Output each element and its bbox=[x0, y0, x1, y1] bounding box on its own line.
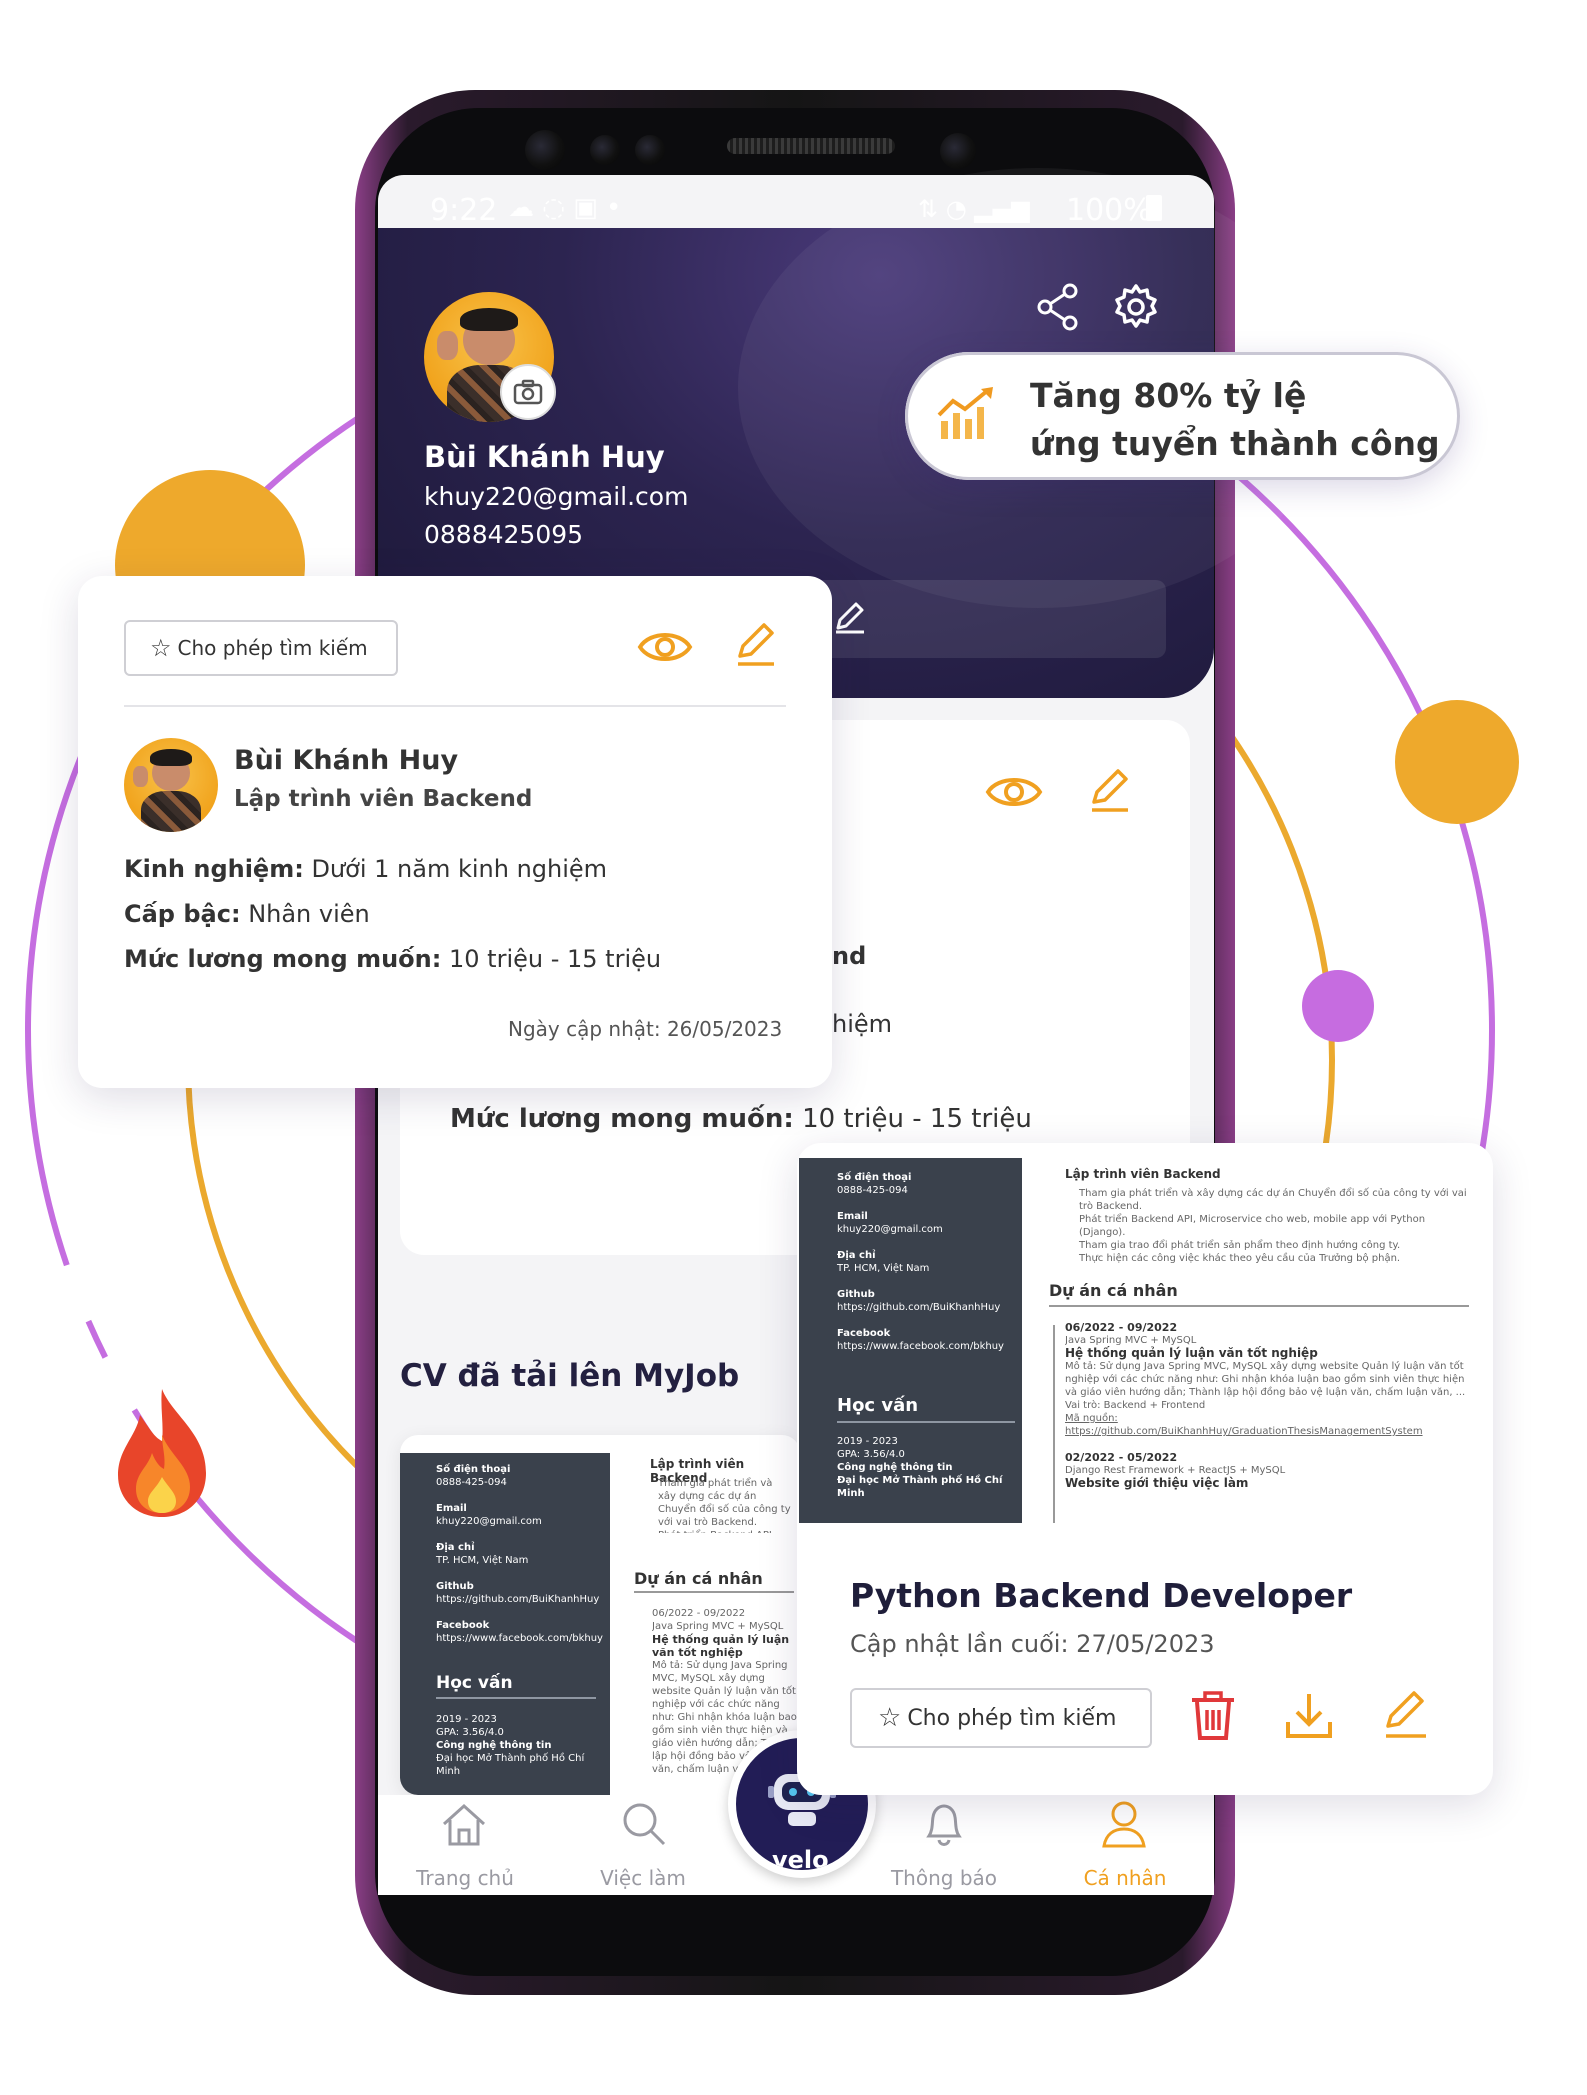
card-position: Lập trình viên Backend bbox=[234, 786, 533, 812]
ai-assistant-label: velo bbox=[772, 1846, 829, 1874]
cv-preview-job-bullets: Tham gia phát triển và xây dựng các dự á… bbox=[1079, 1188, 1467, 1264]
growth-chart-icon bbox=[937, 387, 993, 439]
phone-sensor bbox=[635, 135, 665, 165]
profile-phone: 0888425095 bbox=[424, 520, 584, 549]
edit-pencil-icon[interactable] bbox=[1382, 1688, 1430, 1740]
cv-preview-divider bbox=[1049, 1305, 1469, 1307]
phone-sensor bbox=[525, 130, 565, 170]
battery-icon bbox=[1146, 195, 1162, 221]
signal-icon: ⇅ ◔ ▂▄▆ bbox=[918, 195, 1030, 223]
view-eye-icon[interactable] bbox=[985, 772, 1043, 812]
nav-jobs[interactable]: Việc làm bbox=[573, 1866, 713, 1890]
status-icons-left: ☁ ◌ ▣ • bbox=[508, 193, 622, 223]
profile-name: Bùi Khánh Huy bbox=[424, 440, 665, 474]
user-icon[interactable] bbox=[1100, 1798, 1148, 1850]
cv-preview-education-heading: Học vấn bbox=[837, 1395, 919, 1416]
allow-search-toggle[interactable]: ☆ Cho phép tìm kiếm bbox=[124, 620, 398, 676]
edit-pencil-icon[interactable] bbox=[832, 598, 868, 634]
home-icon[interactable] bbox=[440, 1802, 488, 1848]
cv-preview-project: 06/2022 - 09/2022 Java Spring MVC + MySQL… bbox=[1065, 1321, 1466, 1490]
allow-search-label: Cho phép tìm kiếm bbox=[177, 636, 368, 660]
cv-card-updated: Cập nhật lần cuối: 27/05/2023 bbox=[850, 1630, 1215, 1658]
uploaded-cv-thumbnail[interactable]: Số điện thoại 0888-425-094 Email khuy220@g… bbox=[400, 1435, 800, 1795]
star-icon: ☆ bbox=[150, 634, 172, 662]
phone-speaker bbox=[727, 138, 895, 154]
settings-gear-icon[interactable] bbox=[1112, 283, 1160, 331]
cv-thumb-education: 2019 - 2023 GPA: 3.56/4.0 Công nghệ thông … bbox=[436, 1714, 585, 1777]
salary-label: Mức lương mong muốn: bbox=[450, 1104, 794, 1134]
cv-thumb-divider bbox=[634, 1591, 794, 1593]
cv-card-title: Python Backend Developer bbox=[850, 1576, 1353, 1615]
delete-trash-icon[interactable] bbox=[1188, 1690, 1238, 1742]
success-rate-text: Tăng 80% tỷ lệ ứng tuyển thành công bbox=[1030, 372, 1440, 468]
phone-front-camera bbox=[940, 133, 976, 169]
star-icon: ☆ bbox=[878, 1703, 902, 1733]
card-avatar bbox=[124, 738, 218, 832]
decorative-dot-purple bbox=[1302, 970, 1374, 1042]
cv-preview-projects-heading: Dự án cá nhân bbox=[1049, 1281, 1178, 1300]
cv-preview-sidebar-text: Số điện thoại 0888-425-094 Email khuy220@g… bbox=[837, 1172, 1004, 1352]
fire-icon bbox=[118, 1389, 206, 1517]
card-divider bbox=[124, 705, 786, 707]
view-eye-icon[interactable] bbox=[637, 627, 693, 667]
card-salary: Mức lương mong muốn: 10 triệu - 15 triệu bbox=[124, 945, 662, 973]
cv-thumb-sidebar-text: Số điện thoại 0888-425-094 Email khuy220@g… bbox=[436, 1464, 603, 1644]
success-rate-line2: ứng tuyển thành công bbox=[1030, 424, 1440, 463]
partial-experience-text: hiệm bbox=[832, 1010, 893, 1038]
cv-preview-timeline bbox=[1053, 1325, 1055, 1523]
cv-card-preview[interactable]: Số điện thoại 0888-425-094 Email khuy220@g… bbox=[797, 1143, 1493, 1523]
cv-preview-job-title: Lập trình viên Backend bbox=[1065, 1167, 1221, 1181]
partial-position-text: nd bbox=[832, 942, 867, 970]
cv-thumb-job-bullets: Tham gia phát triển và xây dựng các dự á… bbox=[658, 1478, 791, 1533]
share-icon[interactable] bbox=[1036, 283, 1080, 331]
card-experience: Kinh nghiệm: Dưới 1 năm kinh nghiệm bbox=[124, 855, 608, 883]
background-salary: Mức lương mong muốn: 10 triệu - 15 triệu bbox=[450, 1104, 1032, 1134]
cv-thumb-education-heading: Học vấn bbox=[436, 1673, 513, 1693]
edit-pencil-icon[interactable] bbox=[1088, 766, 1132, 814]
cv-preview-education: 2019 - 2023 GPA: 3.56/4.0 Công nghệ thông … bbox=[837, 1436, 1003, 1499]
edit-pencil-icon[interactable] bbox=[734, 620, 778, 668]
status-bar: 9:22 ☁ ◌ ▣ • ⇅ ◔ ▂▄▆ 100% bbox=[378, 185, 1214, 235]
nav-notifications[interactable]: Thông báo bbox=[874, 1866, 1014, 1890]
phone-sensor bbox=[590, 135, 620, 165]
card-level: Cấp bậc: Nhân viên bbox=[124, 900, 370, 928]
cv-allow-search-label: Cho phép tìm kiếm bbox=[907, 1705, 1117, 1731]
success-rate-line1: Tăng 80% tỷ lệ bbox=[1030, 376, 1307, 415]
card-updated-date: Ngày cập nhật: 26/05/2023 bbox=[508, 1017, 783, 1041]
decorative-dot-orange-right bbox=[1395, 700, 1519, 824]
search-icon[interactable] bbox=[620, 1800, 668, 1848]
status-time: 9:22 bbox=[430, 193, 498, 228]
cv-thumb-projects-heading: Dự án cá nhân bbox=[634, 1569, 763, 1588]
uploaded-cv-section-title: CV đã tải lên MyJob bbox=[400, 1358, 740, 1394]
download-icon[interactable] bbox=[1284, 1690, 1334, 1742]
card-name: Bùi Khánh Huy bbox=[234, 745, 459, 776]
cv-allow-search-toggle[interactable]: ☆ Cho phép tìm kiếm bbox=[850, 1688, 1152, 1748]
salary-value: 10 triệu - 15 triệu bbox=[802, 1104, 1032, 1134]
nav-home[interactable]: Trang chủ bbox=[395, 1866, 535, 1890]
change-avatar-button[interactable] bbox=[500, 364, 556, 420]
nav-profile[interactable]: Cá nhân bbox=[1055, 1866, 1195, 1890]
cv-preview-divider bbox=[837, 1421, 1015, 1423]
bell-icon[interactable] bbox=[921, 1800, 967, 1850]
cv-thumb-divider bbox=[436, 1697, 596, 1699]
profile-email: khuy220@gmail.com bbox=[424, 482, 689, 511]
battery-level: 100% bbox=[1066, 193, 1152, 228]
camera-icon bbox=[513, 379, 543, 405]
